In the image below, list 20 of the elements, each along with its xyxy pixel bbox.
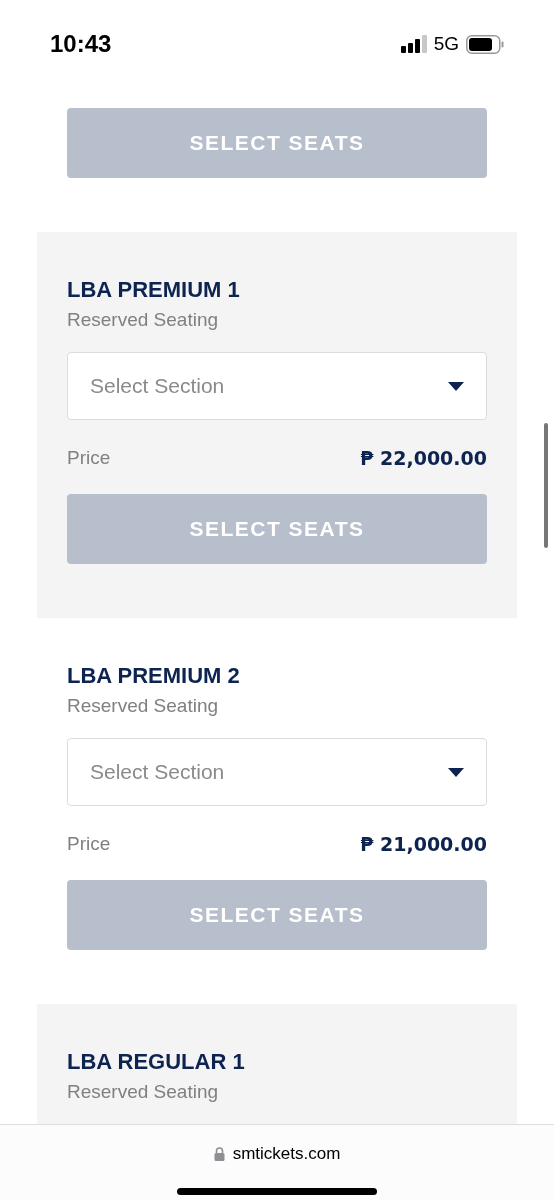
tier-title: LBA PREMIUM 1 xyxy=(67,276,241,304)
tier-title: LBA PREMIUM 2 xyxy=(67,662,241,690)
clock: 10:43 xyxy=(50,29,112,59)
url-text[interactable]: smtickets.com xyxy=(232,1141,341,1167)
price-value: ₱ 21,000.00 xyxy=(360,831,487,857)
section-dropdown[interactable]: Select Section xyxy=(67,352,487,420)
section-dropdown[interactable]: Select Section xyxy=(67,738,487,806)
network-type: 5G xyxy=(433,31,459,56)
caret-icon xyxy=(448,381,464,391)
tier-subtitle: Reserved Seating xyxy=(67,694,220,718)
price-value: ₱ 22,000.00 xyxy=(360,445,487,471)
lock-icon xyxy=(213,1146,225,1161)
battery-icon xyxy=(466,34,504,54)
tier-title: LBA REGULAR 1 xyxy=(67,1048,246,1076)
price-label: Price xyxy=(67,445,111,470)
tier-subtitle: Reserved Seating xyxy=(67,1080,220,1104)
price-label: Price xyxy=(67,831,111,856)
signal-icon xyxy=(400,35,427,53)
tier-subtitle: Reserved Seating xyxy=(67,308,220,332)
caret-icon xyxy=(448,767,464,777)
